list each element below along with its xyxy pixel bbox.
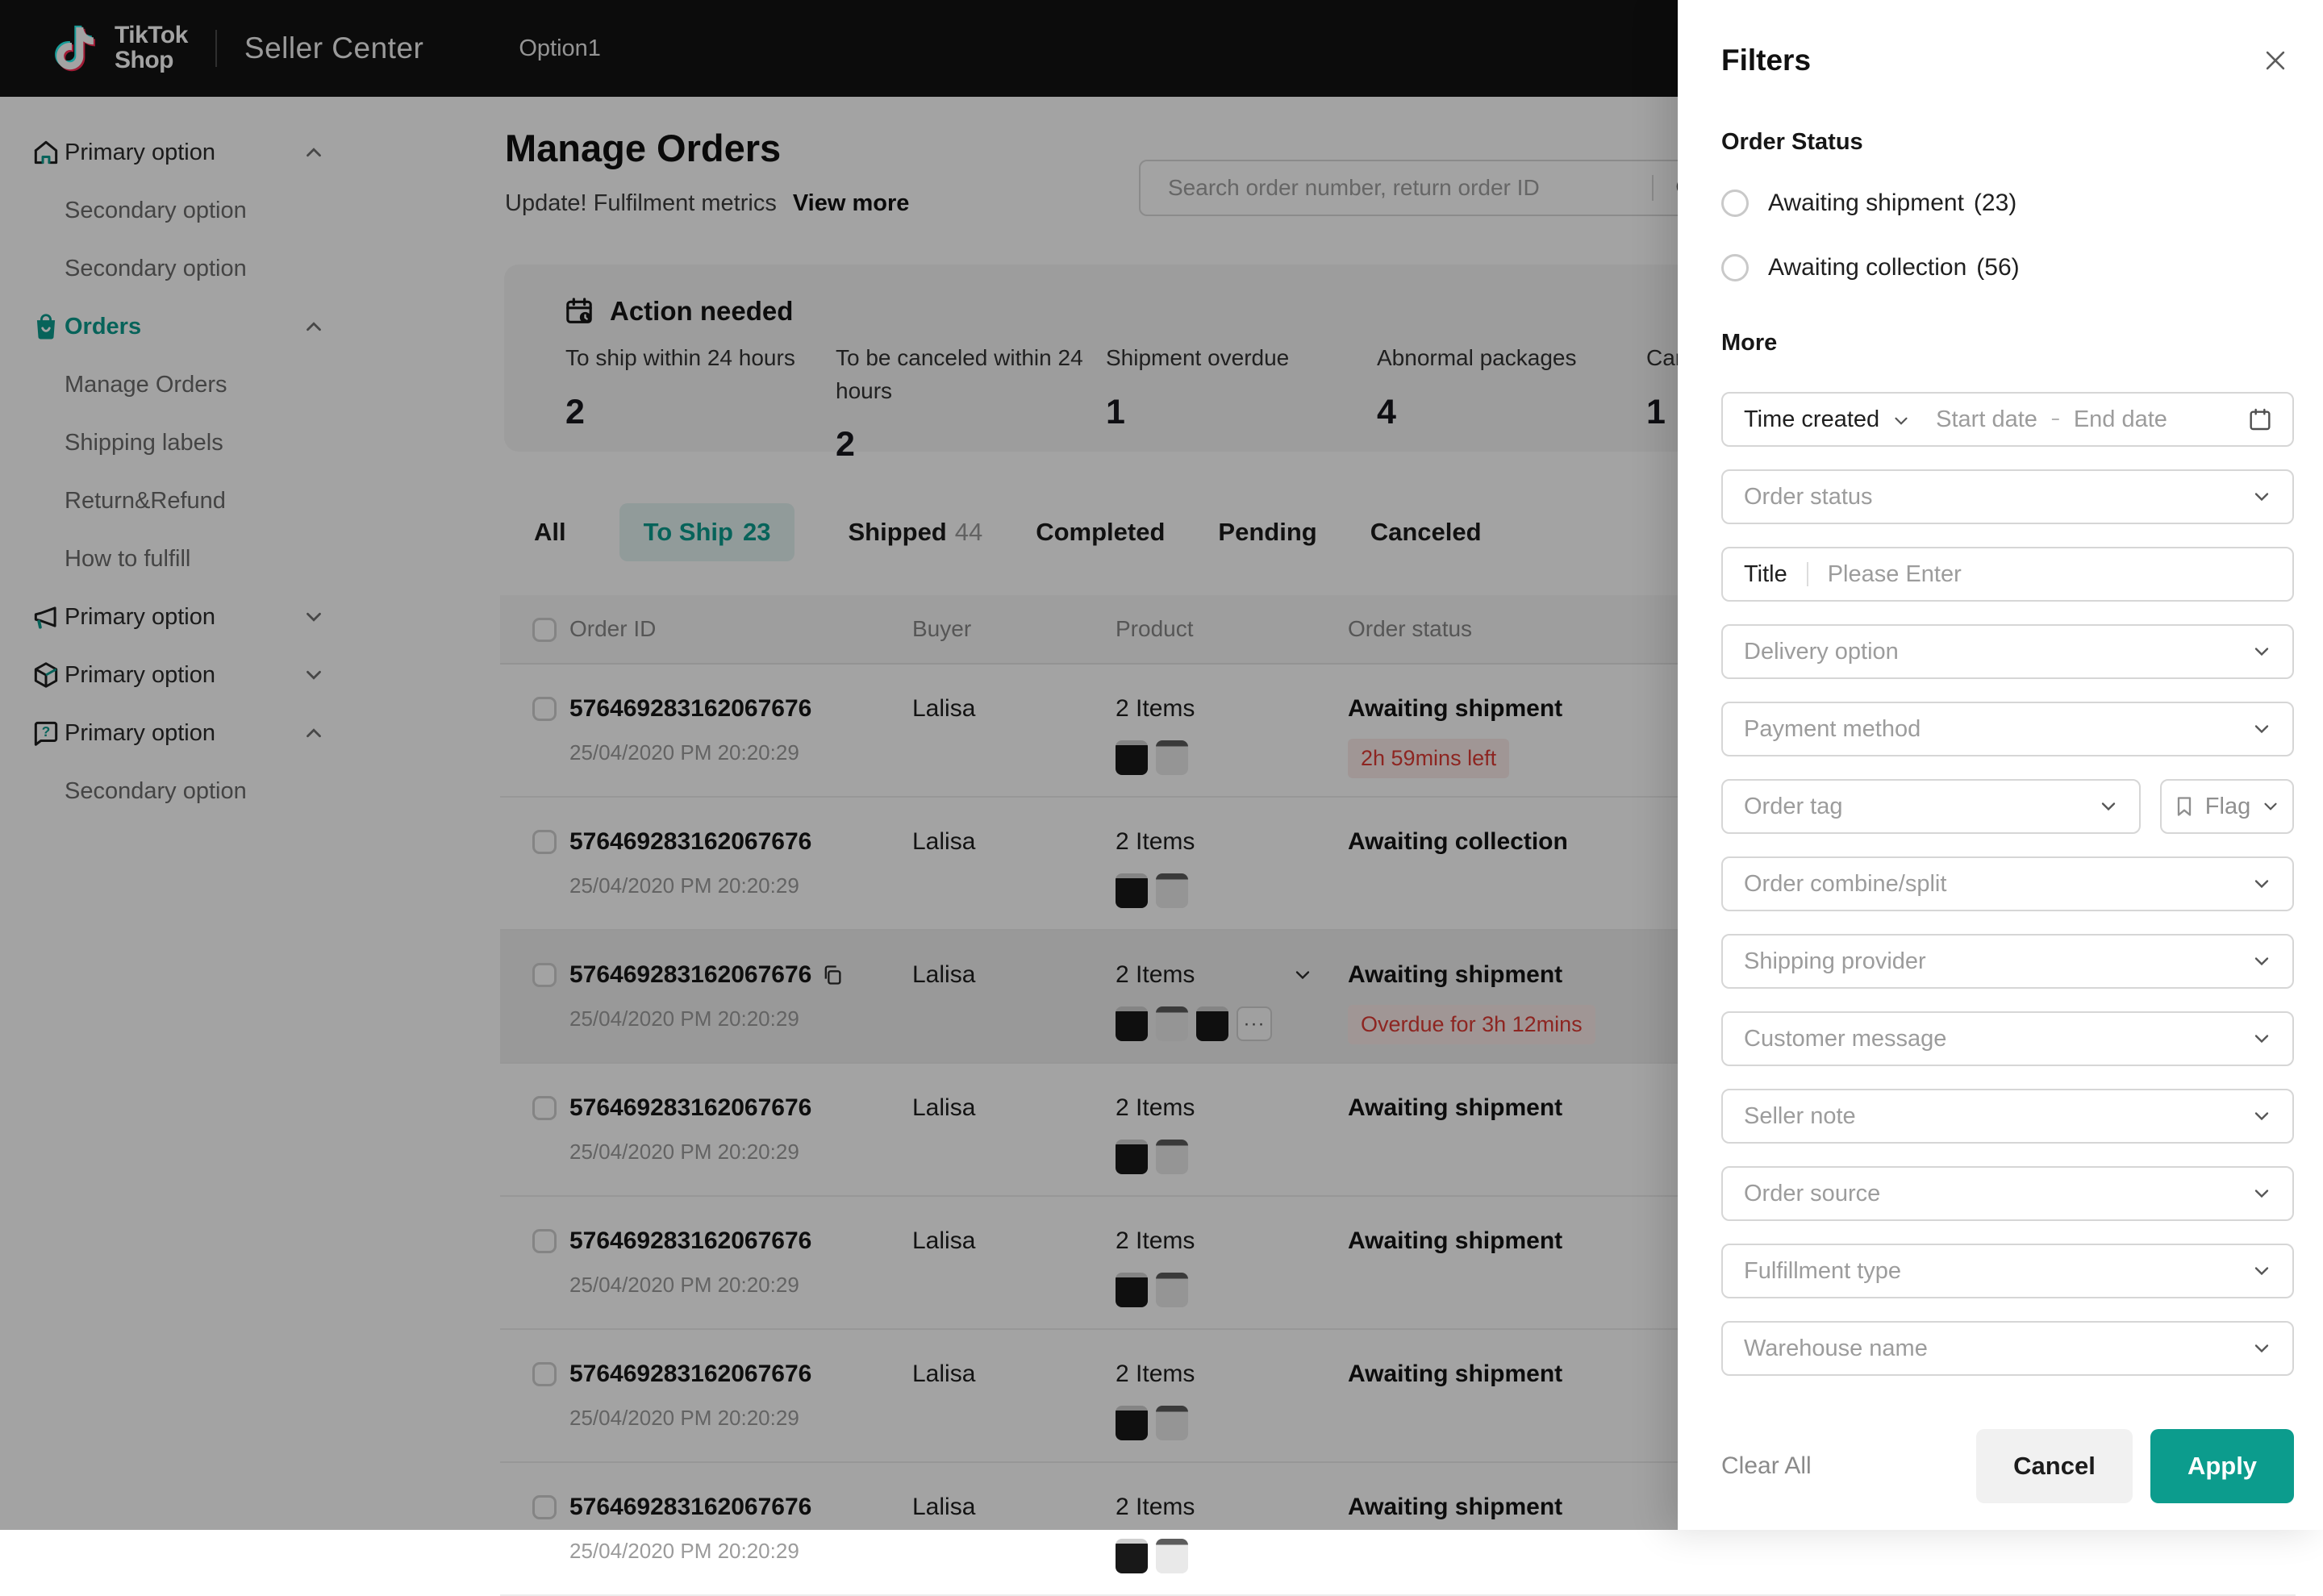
order-status-dropdown[interactable]: Order status xyxy=(1721,469,2294,524)
clear-all-button[interactable]: Clear All xyxy=(1721,1452,1812,1480)
delivery-option-dropdown[interactable]: Delivery option xyxy=(1721,624,2294,679)
chevron-down-icon xyxy=(2250,1182,2273,1205)
chevron-down-icon xyxy=(2250,1105,2273,1127)
chevron-down-icon xyxy=(2250,1260,2273,1282)
fulfillment-type-dropdown[interactable]: Fulfillment type xyxy=(1721,1244,2294,1298)
flag-dropdown[interactable]: Flag xyxy=(2160,779,2294,834)
time-created-field[interactable]: Time created Start date – End date xyxy=(1721,392,2294,447)
radio-icon xyxy=(1721,190,1749,217)
warehouse-name-dropdown[interactable]: Warehouse name xyxy=(1721,1321,2294,1376)
close-icon[interactable] xyxy=(2257,42,2294,79)
calendar-icon[interactable] xyxy=(2247,406,2273,432)
order-date: 25/04/2020 PM 20:20:29 xyxy=(569,1539,799,1563)
chevron-down-icon xyxy=(2250,485,2273,508)
chevron-down-icon xyxy=(2250,1027,2273,1050)
end-date-input[interactable]: End date xyxy=(2074,406,2167,433)
seller-note-dropdown[interactable]: Seller note xyxy=(1721,1089,2294,1144)
payment-method-dropdown[interactable]: Payment method xyxy=(1721,702,2294,756)
title-field[interactable]: Title Please Enter xyxy=(1721,547,2294,602)
chevron-down-icon xyxy=(2250,640,2273,663)
flag-icon xyxy=(2173,795,2196,818)
product-thumbnail[interactable] xyxy=(1156,1539,1188,1573)
chevron-down-icon xyxy=(2260,796,2281,817)
chevron-down-icon xyxy=(1891,410,1912,431)
radio-awaiting-collection[interactable]: Awaiting collection (56) xyxy=(1721,251,2294,285)
more-section-title: More xyxy=(1721,330,1778,356)
apply-button[interactable]: Apply xyxy=(2150,1429,2294,1503)
start-date-input[interactable]: Start date xyxy=(1936,406,2037,433)
filters-title: Filters xyxy=(1721,44,1812,77)
radio-icon xyxy=(1721,254,1749,281)
shipping-provider-dropdown[interactable]: Shipping provider xyxy=(1721,934,2294,989)
chevron-down-icon xyxy=(2097,795,2120,818)
order-source-dropdown[interactable]: Order source xyxy=(1721,1166,2294,1221)
chevron-down-icon xyxy=(2250,1337,2273,1360)
order-combine-split-dropdown[interactable]: Order combine/split xyxy=(1721,856,2294,911)
customer-message-dropdown[interactable]: Customer message xyxy=(1721,1011,2294,1066)
chevron-down-icon xyxy=(2250,873,2273,895)
cancel-button[interactable]: Cancel xyxy=(1976,1429,2133,1503)
chevron-down-icon xyxy=(2250,950,2273,973)
title-input[interactable]: Please Enter xyxy=(1828,561,1962,588)
product-thumbnail[interactable] xyxy=(1116,1539,1148,1573)
order-status-section-title: Order Status xyxy=(1721,129,1863,155)
order-tag-dropdown[interactable]: Order tag xyxy=(1721,779,2141,834)
chevron-down-icon xyxy=(2250,718,2273,740)
field-divider xyxy=(1806,562,1808,586)
filters-panel: Filters Order Status Awaiting shipment (… xyxy=(1678,0,2323,1530)
radio-awaiting-shipment[interactable]: Awaiting shipment (23) xyxy=(1721,186,2294,220)
